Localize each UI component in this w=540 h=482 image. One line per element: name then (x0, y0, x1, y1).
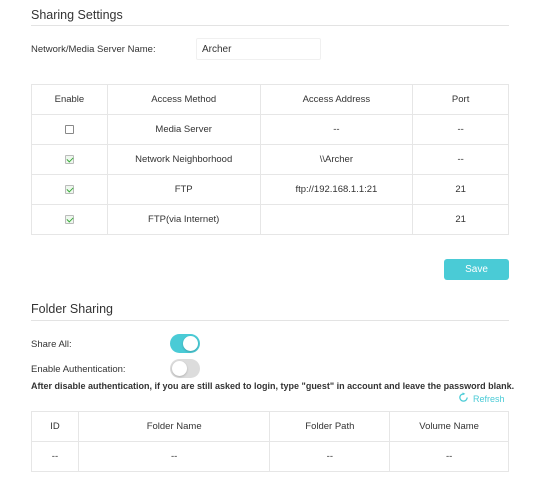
port-cell: -- (412, 114, 509, 145)
section-divider (31, 25, 509, 26)
save-button[interactable]: Save (444, 259, 509, 280)
id-cell: -- (31, 441, 79, 472)
table-row: FTP ftp://192.168.1.1:21 21 (31, 174, 509, 205)
column-header-id: ID (31, 411, 79, 442)
column-header-folder-path: Folder Path (269, 411, 391, 442)
access-address-cell: ftp://192.168.1.1:21 (259, 174, 414, 205)
column-header-enable: Enable (31, 84, 108, 115)
access-address-cell: -- (259, 114, 414, 145)
column-header-port: Port (412, 84, 509, 115)
access-method-cell: Media Server (106, 114, 261, 145)
volume-name-cell: -- (389, 441, 509, 472)
column-header-access-address: Access Address (259, 84, 414, 115)
authentication-notice: After disable authentication, if you are… (31, 381, 515, 391)
toggle-knob (183, 336, 198, 351)
authentication-toggle[interactable] (170, 359, 200, 378)
table-row: FTP(via Internet) 21 (31, 204, 509, 235)
share-all-toggle[interactable] (170, 334, 200, 353)
folder-table: ID Folder Name Folder Path Volume Name -… (31, 411, 509, 472)
server-name-label: Network/Media Server Name: (31, 44, 156, 55)
section-divider (31, 320, 509, 321)
toggle-knob (172, 361, 187, 376)
folder-path-cell: -- (269, 441, 391, 472)
column-header-folder-name: Folder Name (77, 411, 271, 442)
column-header-access-method: Access Method (106, 84, 261, 115)
port-cell: -- (412, 144, 509, 175)
folder-sharing-title: Folder Sharing (31, 302, 113, 316)
access-method-cell: FTP(via Internet) (106, 204, 261, 235)
refresh-label: Refresh (473, 393, 505, 404)
authentication-label: Enable Authentication: (31, 364, 126, 375)
access-address-cell: \\Archer (259, 144, 414, 175)
access-method-cell: FTP (106, 174, 261, 205)
enable-checkbox[interactable] (64, 184, 74, 194)
enable-checkbox[interactable] (64, 124, 74, 134)
port-cell: 21 (412, 174, 509, 205)
refresh-button[interactable]: Refresh (458, 392, 505, 405)
access-address-cell (259, 204, 414, 235)
table-row: Media Server -- -- (31, 114, 509, 145)
table-row: Network Neighborhood \\Archer -- (31, 144, 509, 175)
refresh-icon (458, 392, 469, 405)
enable-checkbox[interactable] (64, 154, 74, 164)
server-name-input[interactable] (196, 38, 321, 60)
share-all-label: Share All: (31, 339, 72, 350)
table-row: -- -- -- -- (31, 441, 509, 472)
enable-checkbox[interactable] (64, 214, 74, 224)
access-method-cell: Network Neighborhood (106, 144, 261, 175)
port-cell: 21 (412, 204, 509, 235)
sharing-table: Enable Access Method Access Address Port… (31, 84, 509, 235)
sharing-settings-title: Sharing Settings (31, 8, 123, 22)
folder-name-cell: -- (77, 441, 271, 472)
column-header-volume-name: Volume Name (389, 411, 509, 442)
